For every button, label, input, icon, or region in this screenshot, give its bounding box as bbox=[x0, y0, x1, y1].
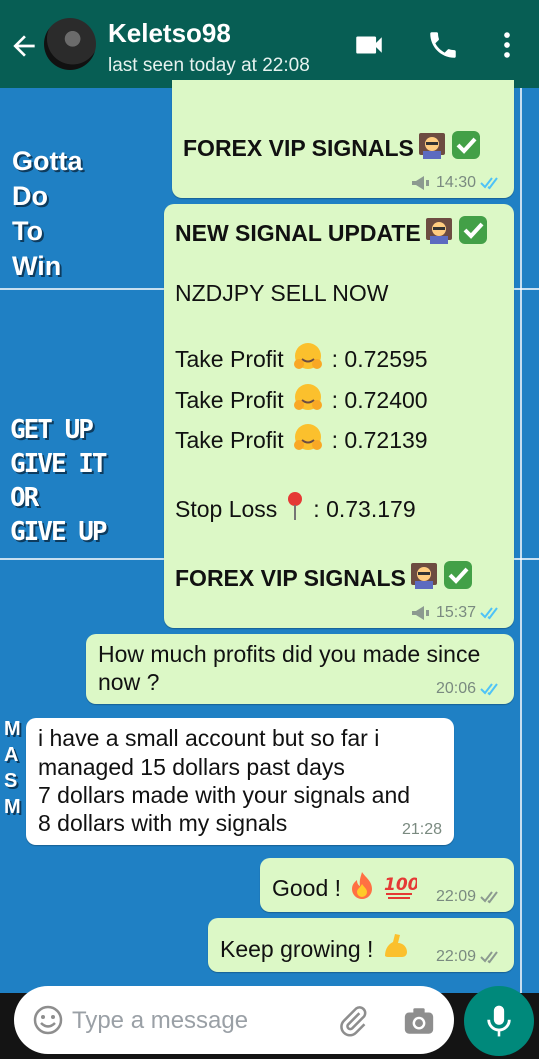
flexed-biceps-emoji bbox=[379, 930, 411, 968]
read-ticks-icon bbox=[480, 177, 498, 190]
round-pushpin-emoji bbox=[285, 490, 305, 528]
message-text-line: now ? bbox=[98, 669, 160, 695]
message-time: 22:09 bbox=[435, 888, 476, 905]
teacher-emoji bbox=[423, 214, 455, 252]
wallpaper-motto-2: GET UP GIVE IT OR GIVE UP bbox=[10, 415, 108, 547]
message-time: 14:30 bbox=[435, 174, 476, 191]
chat-header: Keletso98 last seen today at 22:08 bbox=[0, 0, 539, 88]
back-arrow-icon[interactable] bbox=[8, 30, 40, 62]
message-input[interactable]: Type a message bbox=[14, 986, 454, 1054]
message-bubble[interactable]: Good ! 100 22:09 bbox=[260, 858, 514, 912]
check-mark-emoji bbox=[442, 559, 474, 597]
message-meta: 21:28 bbox=[402, 821, 442, 839]
broadcast-icon bbox=[411, 606, 429, 620]
avatar[interactable] bbox=[44, 18, 96, 70]
wallpaper-motto-1: Gotta Do To Win bbox=[12, 146, 83, 281]
mic-icon bbox=[487, 1005, 511, 1037]
stop-loss-row: Stop Loss : 0.73.179 bbox=[175, 490, 416, 528]
hugging-face-emoji bbox=[292, 421, 324, 459]
broadcast-icon bbox=[411, 176, 429, 190]
message-text-line: managed 15 dollars past days bbox=[38, 754, 345, 780]
message-placeholder: Type a message bbox=[72, 1007, 249, 1034]
message-meta: 22:09 bbox=[436, 948, 502, 966]
teacher-emoji bbox=[416, 129, 448, 167]
signal-footer: FOREX VIP SIGNALS bbox=[175, 559, 474, 597]
message-text-line: 8 dollars with my signals bbox=[38, 810, 288, 836]
hugging-face-emoji bbox=[292, 340, 324, 378]
message-text-line: i have a small account but so far i bbox=[38, 725, 380, 751]
take-profit-row: Take Profit : 0.72595 bbox=[175, 340, 428, 378]
message-bubble[interactable]: FOREX VIP SIGNALS 14:30 bbox=[172, 80, 514, 198]
emoji-icon[interactable] bbox=[32, 1004, 64, 1036]
hugging-face-emoji bbox=[292, 381, 324, 419]
message-text: Keep growing ! bbox=[220, 930, 411, 968]
read-ticks-icon bbox=[480, 607, 498, 620]
message-text-line: How much profits did you made since bbox=[98, 641, 481, 667]
check-mark-emoji bbox=[457, 214, 489, 252]
message-time: 20:06 bbox=[435, 680, 476, 697]
delivered-ticks-icon bbox=[480, 891, 498, 904]
signal-pair: NZDJPY SELL NOW bbox=[175, 280, 389, 306]
message-time: 22:09 bbox=[435, 948, 476, 965]
message-time: 21:28 bbox=[401, 821, 442, 838]
message-text: Good ! 100 bbox=[272, 870, 420, 906]
message-time: 15:37 bbox=[435, 604, 476, 621]
last-seen-status: last seen today at 22:08 bbox=[108, 55, 310, 76]
fire-emoji bbox=[347, 870, 377, 906]
message-bubble[interactable]: How much profits did you made since now … bbox=[86, 634, 514, 704]
wallpaper-line bbox=[520, 88, 522, 993]
signal-title: NEW SIGNAL UPDATE bbox=[175, 214, 489, 252]
message-meta: 15:37 bbox=[410, 604, 502, 622]
take-profit-row: Take Profit : 0.72139 bbox=[175, 421, 428, 459]
read-ticks-icon bbox=[480, 683, 498, 696]
wallpaper-motto-3: M A S M bbox=[4, 718, 21, 818]
teacher-emoji bbox=[408, 559, 440, 597]
message-meta: 20:06 bbox=[436, 680, 502, 698]
attach-icon[interactable] bbox=[336, 1004, 370, 1038]
message-bubble[interactable]: NEW SIGNAL UPDATE NZDJPY SELL NOW Take P… bbox=[164, 204, 514, 628]
contact-name[interactable]: Keletso98 bbox=[108, 18, 231, 49]
message-text-line: 7 dollars made with your signals and bbox=[38, 782, 411, 808]
phone-icon[interactable] bbox=[426, 28, 460, 62]
camera-icon[interactable] bbox=[402, 1004, 436, 1038]
message-text: FOREX VIP SIGNALS bbox=[183, 129, 482, 167]
video-call-icon[interactable] bbox=[352, 28, 386, 62]
message-meta: 14:30 bbox=[410, 174, 502, 192]
mic-button[interactable] bbox=[464, 986, 534, 1056]
more-options-icon[interactable] bbox=[490, 28, 524, 62]
take-profit-row: Take Profit : 0.72400 bbox=[175, 381, 428, 419]
message-meta: 22:09 bbox=[436, 888, 502, 906]
svg-text:100: 100 bbox=[384, 875, 417, 895]
message-bubble[interactable]: i have a small account but so far i mana… bbox=[26, 718, 454, 845]
check-mark-emoji bbox=[450, 129, 482, 167]
message-bubble[interactable]: Keep growing ! 22:09 bbox=[208, 918, 514, 972]
delivered-ticks-icon bbox=[480, 951, 498, 964]
hundred-points-emoji: 100 bbox=[383, 870, 420, 906]
